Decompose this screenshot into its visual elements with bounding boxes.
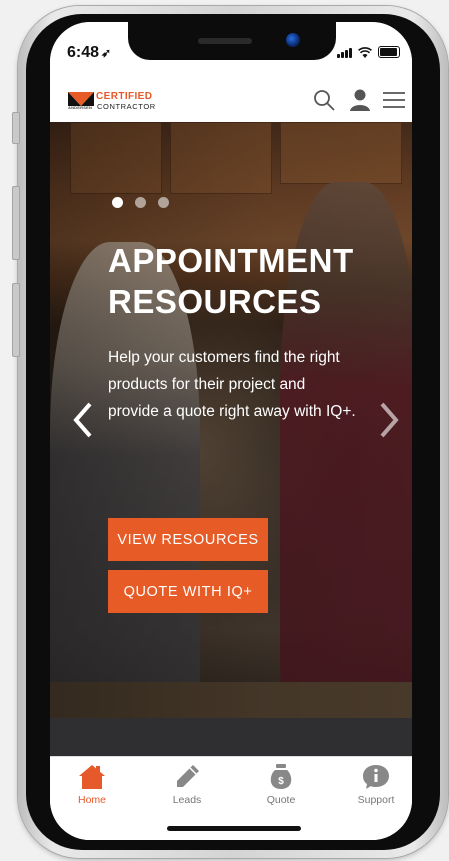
status-time-text: 6:48	[67, 44, 100, 61]
search-icon[interactable]	[312, 88, 336, 112]
user-icon[interactable]	[348, 88, 372, 112]
tab-quote[interactable]: $ Quote	[245, 763, 317, 806]
logo-certified: CERTIFIED	[96, 91, 153, 102]
bottom-tab-bar: Home Leads $ Quote Support	[50, 756, 412, 840]
view-resources-button[interactable]: VIEW RESOURCES	[108, 518, 268, 561]
hamburger-menu-icon[interactable]	[382, 88, 406, 112]
section-divider	[50, 718, 412, 756]
carousel-next-arrow-icon[interactable]	[376, 400, 402, 440]
certified-contractor-logo[interactable]: ANDERSEN CERTIFIED CONTRACTOR	[68, 90, 158, 112]
battery-icon	[378, 46, 400, 58]
money-bag-icon: $	[270, 764, 292, 789]
phone-screen: 6:48 ➶ ANDERSEN CERTIFIED CONTRACTOR APP…	[50, 22, 412, 840]
svg-text:$: $	[278, 776, 284, 787]
hero-description: Help your customers find the right produ…	[108, 349, 356, 420]
carousel-prev-arrow-icon[interactable]	[70, 400, 96, 440]
carousel-dot[interactable]	[135, 197, 146, 208]
tab-support[interactable]: Support	[340, 763, 412, 806]
app-header: ANDERSEN CERTIFIED CONTRACTOR	[50, 80, 412, 122]
hero-title: APPOINTMENT RESOURCES	[108, 240, 398, 322]
carousel-dots	[112, 197, 169, 208]
logo-contractor: CONTRACTOR	[97, 102, 156, 111]
andersen-logo-mark-icon	[68, 92, 94, 106]
tab-leads[interactable]: Leads	[151, 763, 223, 806]
tab-home[interactable]: Home	[56, 763, 128, 806]
quote-with-iq-button[interactable]: QUOTE WITH IQ+	[108, 570, 268, 613]
front-camera	[286, 33, 300, 47]
status-icons	[337, 46, 400, 58]
notch	[128, 22, 336, 60]
cellular-signal-icon	[337, 48, 352, 58]
tab-support-label: Support	[357, 794, 395, 806]
hero-carousel[interactable]: APPOINTMENT RESOURCES Help your customer…	[50, 122, 412, 718]
home-indicator[interactable]	[167, 826, 301, 831]
hero-title-line2: RESOURCES	[108, 283, 322, 320]
carousel-dot[interactable]	[158, 197, 169, 208]
volume-up-button	[12, 186, 20, 260]
pencil-icon	[177, 765, 199, 787]
speaker-grille	[198, 38, 252, 44]
tab-quote-label: Quote	[266, 794, 296, 806]
home-icon	[79, 765, 105, 789]
status-bar: 6:48 ➶	[50, 22, 412, 80]
volume-down-button	[12, 283, 20, 357]
silent-switch	[12, 112, 20, 144]
wifi-icon	[358, 47, 372, 58]
hero-title-line1: APPOINTMENT	[108, 242, 354, 279]
logo-brand: ANDERSEN	[68, 105, 93, 110]
status-time: 6:48 ➶	[67, 44, 111, 62]
location-arrow-icon: ➶	[101, 46, 112, 60]
tab-home-label: Home	[77, 794, 106, 806]
info-bubble-icon	[363, 765, 389, 789]
carousel-dot[interactable]	[112, 197, 123, 208]
tab-leads-label: Leads	[172, 794, 202, 806]
